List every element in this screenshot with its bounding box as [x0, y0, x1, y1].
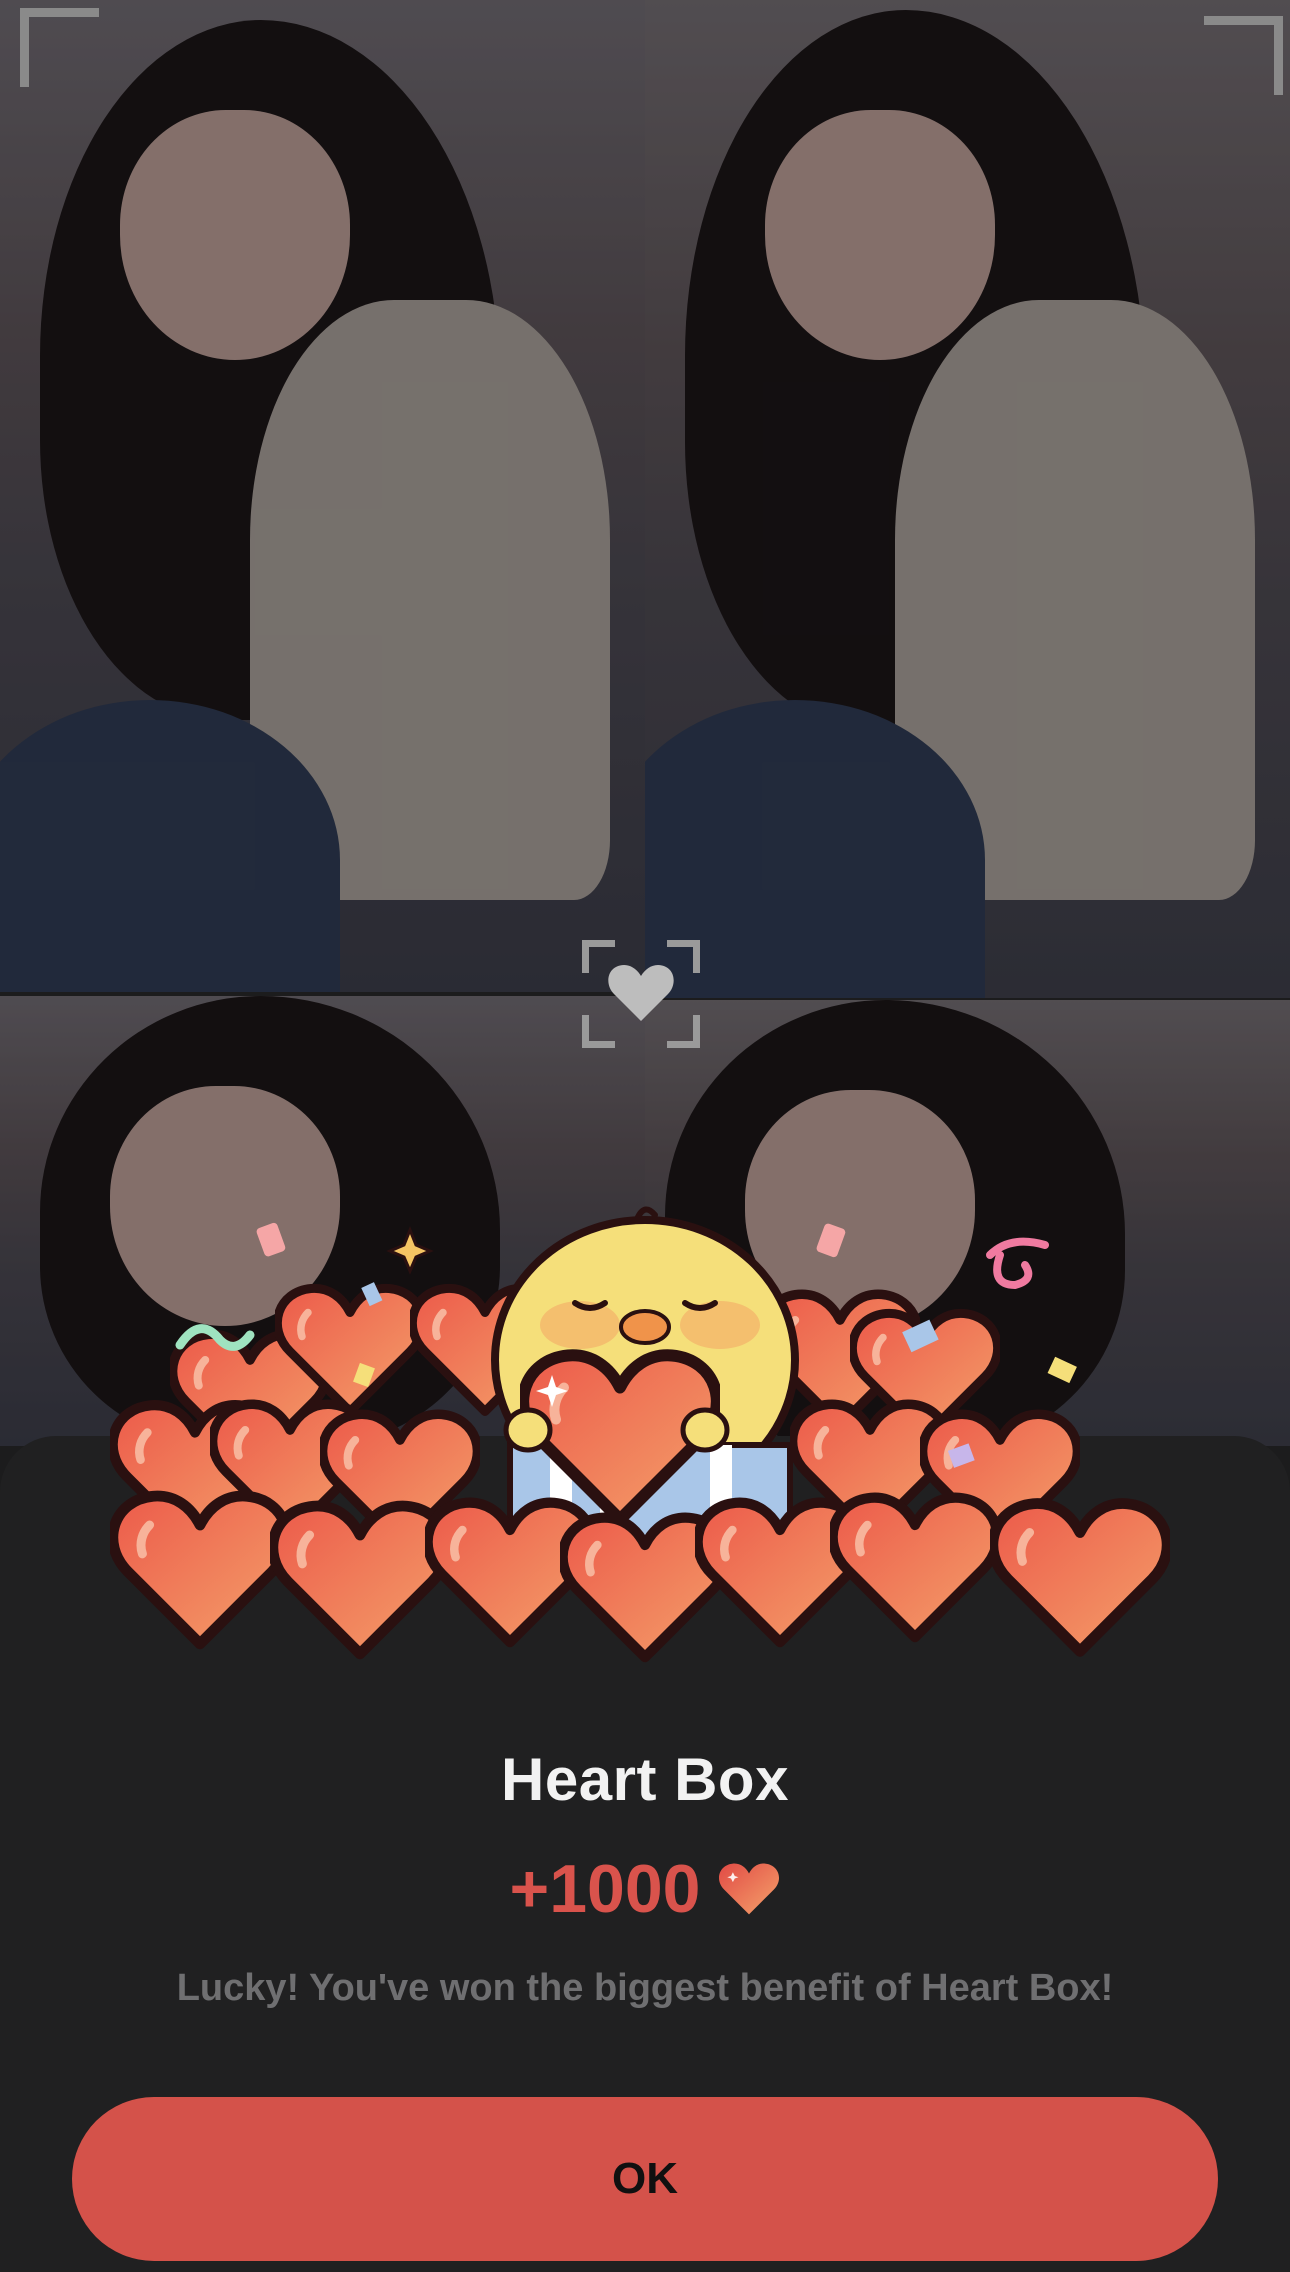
- photo-top-right: [645, 0, 1290, 998]
- heart-icon: [719, 1863, 780, 1915]
- modal-message: Lucky! You've won the biggest benefit of…: [176, 1967, 1114, 2009]
- ok-button[interactable]: OK: [72, 2097, 1218, 2261]
- frame-corner-top-left: [20, 8, 99, 87]
- frame-corner-top-right: [1204, 16, 1283, 95]
- photo-top-left: [0, 0, 645, 992]
- reward-row: +1000: [0, 1850, 1290, 1928]
- heart-box-illustration: [110, 1206, 1180, 1685]
- reward-amount: +1000: [509, 1851, 701, 1927]
- heart-frame-icon: [582, 940, 700, 1048]
- modal-title: Heart Box: [501, 1746, 789, 1813]
